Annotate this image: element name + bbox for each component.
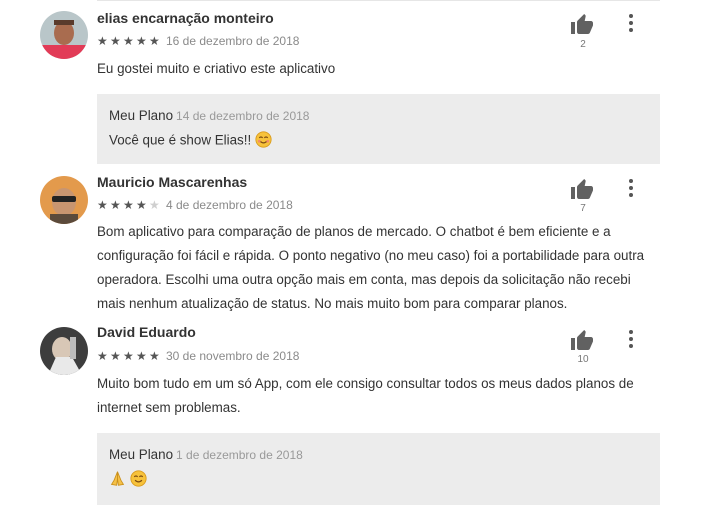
like-count: 7	[580, 203, 586, 214]
review-item: Mauricio Mascarenhas ★ ★ ★ ★ ★ 4 de deze…	[0, 170, 707, 320]
reply-text: Você que é show Elias!!	[109, 131, 272, 151]
reply-text	[109, 470, 147, 490]
star-icon: ★	[149, 349, 160, 363]
review-meta: ★ ★ ★ ★ ★ 4 de dezembro de 2018	[97, 198, 293, 212]
review-date: 30 de novembro de 2018	[166, 349, 300, 363]
review-text-line: configuração foi fácil e rápida. O ponto…	[97, 248, 645, 263]
reply-text-content: Você que é show Elias!!	[109, 132, 252, 148]
star-icon: ★	[97, 349, 108, 363]
review-author: elias encarnação monteiro	[97, 10, 274, 26]
like-count: 10	[577, 354, 589, 365]
thumbs-up-icon[interactable]	[570, 329, 596, 353]
reply-header: Meu Plano 1 de dezembro de 2018	[109, 447, 303, 462]
star-icon: ★	[136, 198, 147, 212]
reply-developer: Meu Plano	[109, 108, 174, 123]
reply-header: Meu Plano 14 de dezembro de 2018	[109, 108, 309, 123]
thumbs-up-icon[interactable]	[570, 178, 596, 202]
star-icon: ★	[149, 34, 160, 48]
reply-date: 14 de dezembro de 2018	[176, 109, 310, 123]
more-vert-icon[interactable]	[622, 328, 640, 350]
developer-reply: Meu Plano 1 de dezembro de 2018	[97, 433, 660, 505]
star-icon: ★	[123, 34, 134, 48]
avatar[interactable]	[40, 327, 88, 375]
review-item: David Eduardo ★ ★ ★ ★ ★ 30 de novembro d…	[0, 320, 707, 513]
star-icon: ★	[136, 34, 147, 48]
star-icon: ★	[123, 349, 134, 363]
review-text-line: operadora. Escolhi uma outra opção mais …	[97, 272, 631, 287]
review-text-line: mais nenhum atualização de status. No ma…	[97, 296, 568, 311]
praying-hands-emoji	[109, 470, 126, 490]
review-text-line: internet sem problemas.	[97, 400, 241, 415]
review-text: Eu gostei muito e criativo este aplicati…	[97, 61, 336, 76]
developer-reply: Meu Plano 14 de dezembro de 2018 Você que…	[97, 94, 660, 164]
star-icon: ★	[110, 34, 121, 48]
star-icon: ★	[149, 198, 160, 212]
review-text: Bom aplicativo para comparação de planos…	[97, 220, 667, 316]
review-text: Muito bom tudo em um só App, com ele con…	[97, 372, 667, 420]
review-meta: ★ ★ ★ ★ ★ 30 de novembro de 2018	[97, 349, 299, 363]
avatar[interactable]	[40, 176, 88, 224]
blush-face-emoji	[255, 131, 272, 151]
star-icon: ★	[110, 198, 121, 212]
smile-face-emoji	[130, 470, 147, 490]
review-author: David Eduardo	[97, 324, 196, 340]
review-text-line: Bom aplicativo para comparação de planos…	[97, 224, 611, 239]
star-icon: ★	[136, 349, 147, 363]
star-icon: ★	[110, 349, 121, 363]
star-rating: ★ ★ ★ ★ ★	[97, 199, 162, 211]
reply-developer: Meu Plano	[109, 447, 174, 462]
star-icon: ★	[123, 198, 134, 212]
star-icon: ★	[97, 34, 108, 48]
thumbs-up-icon[interactable]	[570, 13, 596, 37]
review-author: Mauricio Mascarenhas	[97, 174, 248, 190]
star-rating: ★ ★ ★ ★ ★	[97, 350, 162, 362]
more-vert-icon[interactable]	[622, 177, 640, 199]
review-date: 16 de dezembro de 2018	[166, 34, 300, 48]
star-icon: ★	[97, 198, 108, 212]
avatar[interactable]	[40, 11, 88, 59]
reply-date: 1 de dezembro de 2018	[176, 448, 303, 462]
star-rating: ★ ★ ★ ★ ★	[97, 35, 162, 47]
review-item: elias encarnação monteiro ★ ★ ★ ★ ★ 16 d…	[0, 0, 707, 170]
more-vert-icon[interactable]	[622, 12, 640, 34]
review-meta: ★ ★ ★ ★ ★ 16 de dezembro de 2018	[97, 34, 299, 48]
like-count: 2	[580, 39, 586, 50]
review-text-line: Muito bom tudo em um só App, com ele con…	[97, 376, 634, 391]
review-date: 4 de dezembro de 2018	[166, 198, 293, 212]
